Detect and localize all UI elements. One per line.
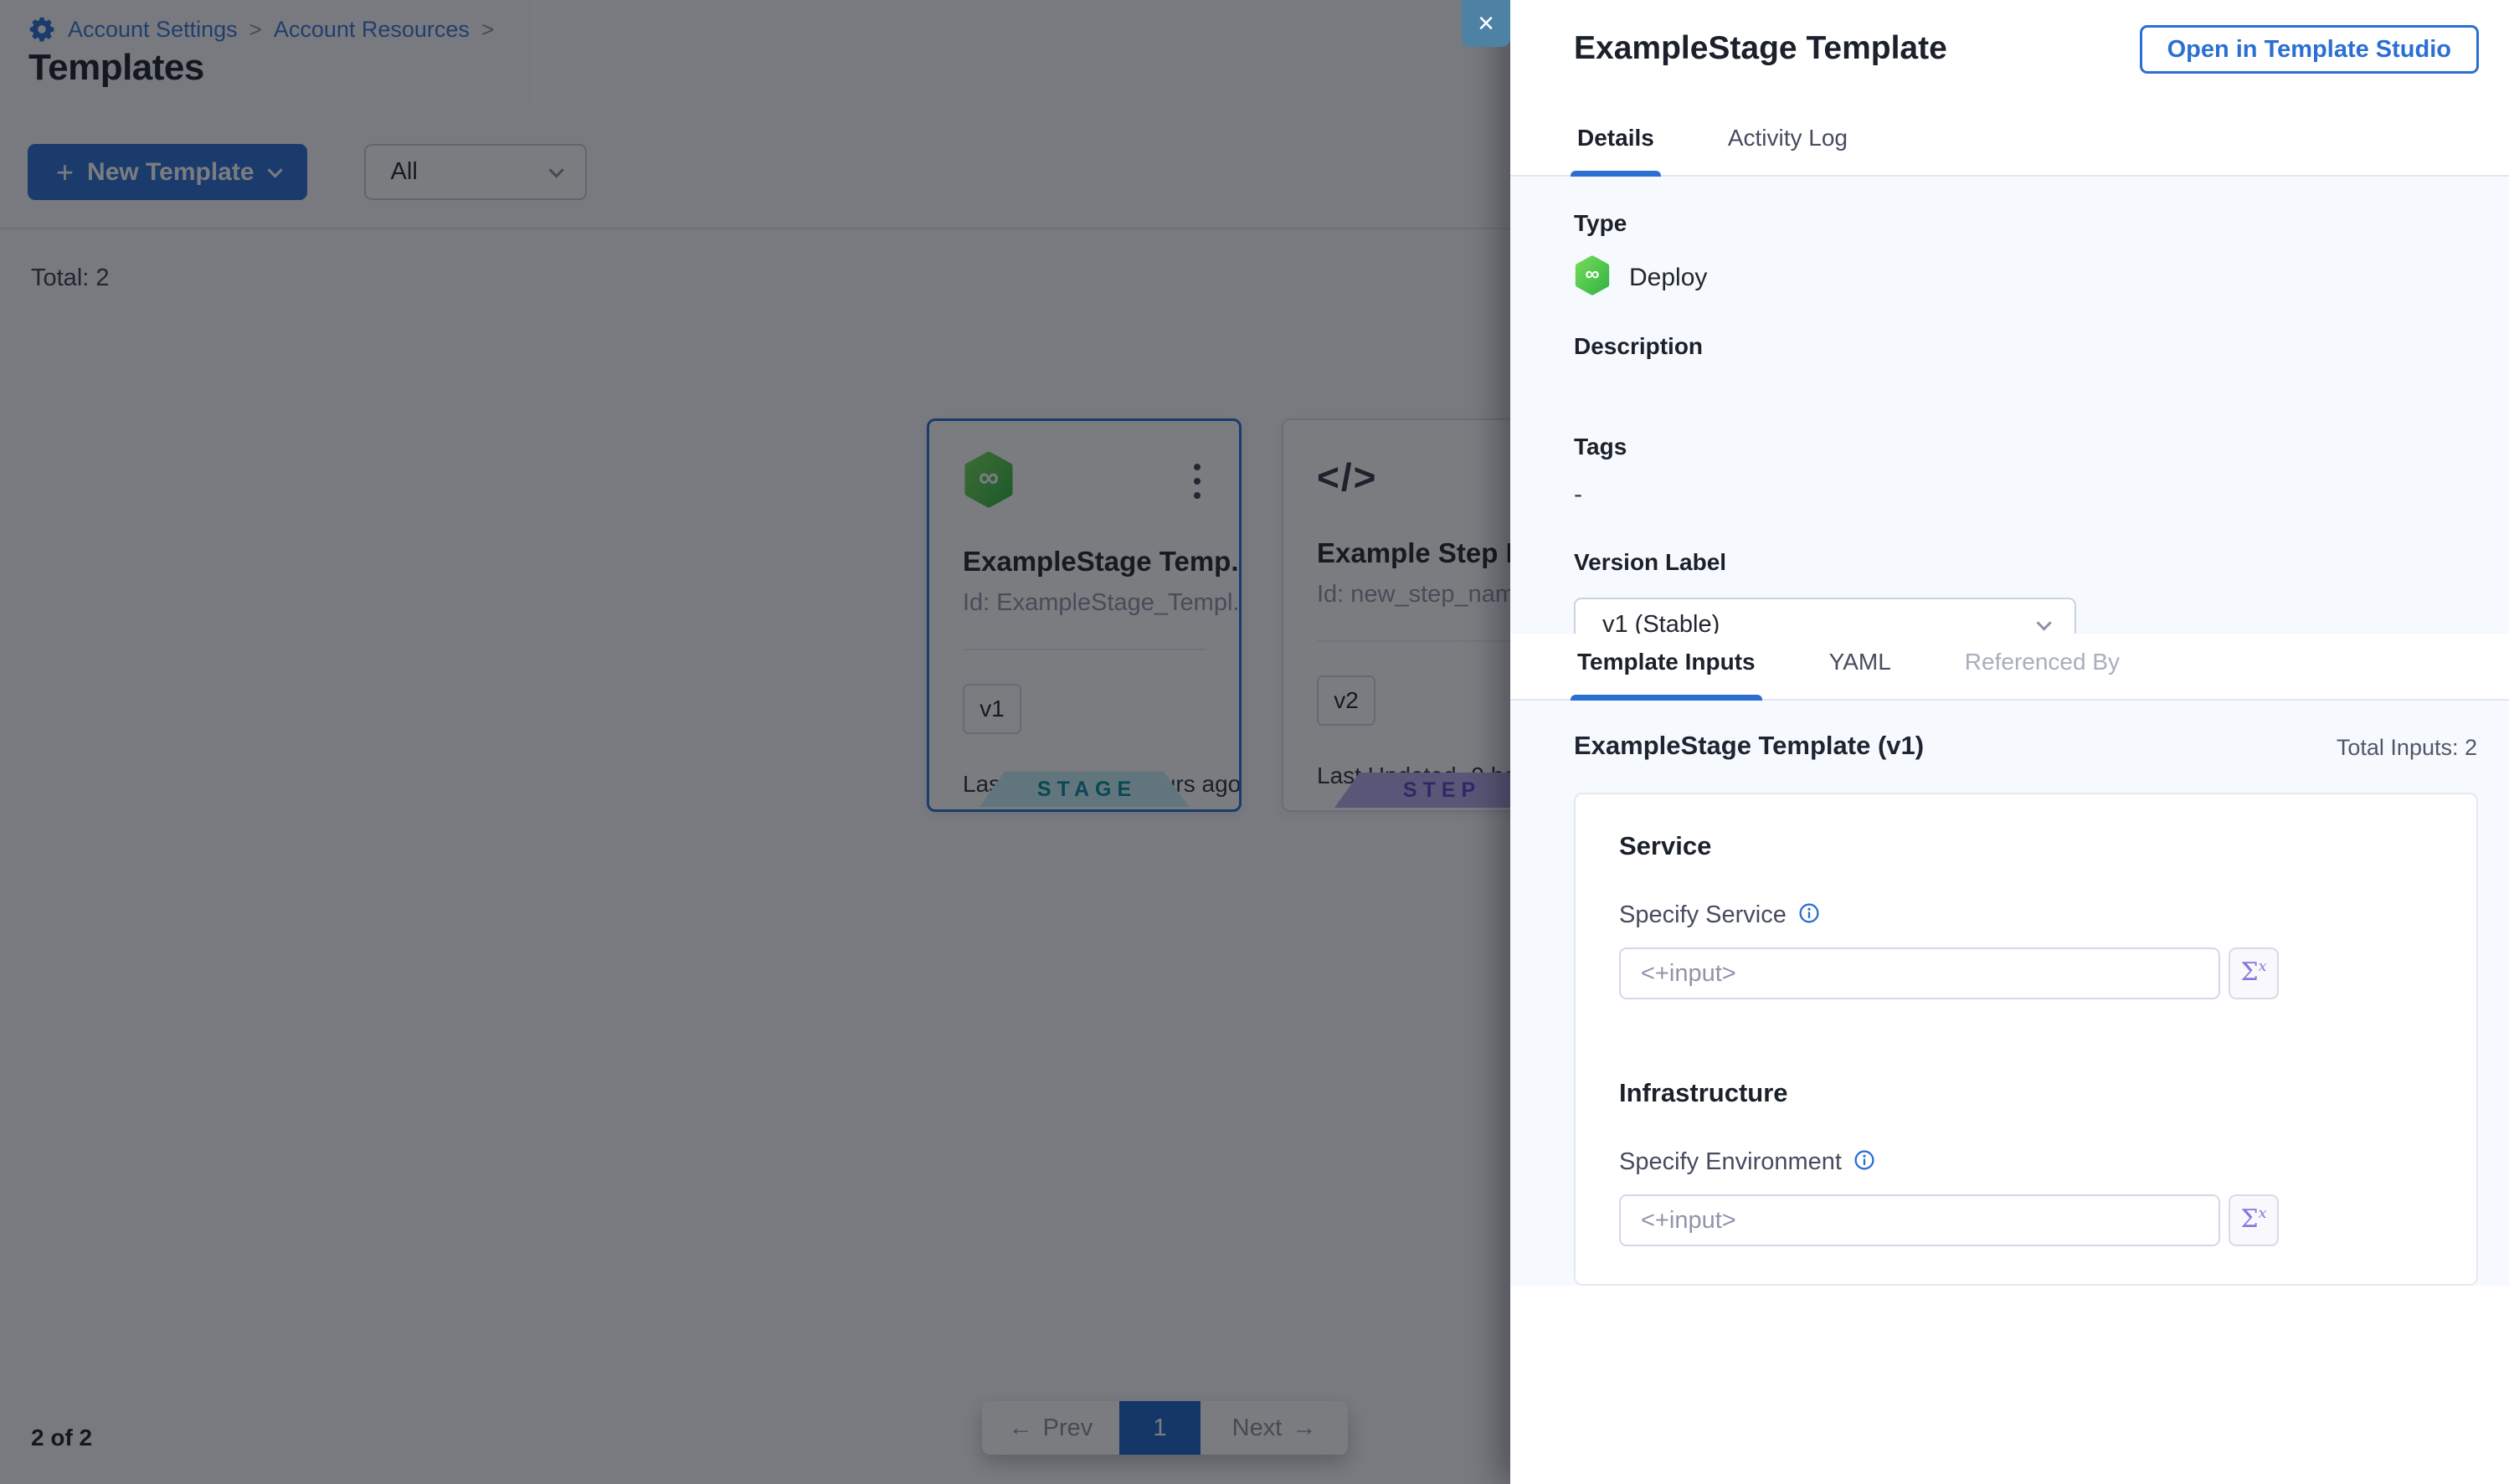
close-drawer-button[interactable]: ×	[1462, 0, 1510, 47]
tab-details[interactable]: Details	[1577, 110, 1654, 175]
drawer-tabs: Details Activity Log	[1510, 110, 2509, 177]
template-details-drawer: ExampleStage Template Open in Template S…	[1510, 0, 2509, 1484]
drawer-title: ExampleStage Template	[1574, 30, 1947, 67]
service-input-group: Σx	[1619, 947, 2433, 999]
inputs-title: ExampleStage Template (v1)	[1574, 731, 1924, 761]
open-in-template-studio-button[interactable]: Open in Template Studio	[2140, 25, 2479, 74]
inner-tabs: Template Inputs YAML Referenced By	[1510, 634, 2509, 701]
service-input[interactable]	[1619, 947, 2220, 999]
infrastructure-section-heading: Infrastructure	[1619, 1078, 2433, 1108]
inputs-header: ExampleStage Template (v1) Total Inputs:…	[1574, 731, 2477, 761]
tab-activity-log[interactable]: Activity Log	[1728, 110, 1848, 175]
type-value-row: ∞ Deploy	[1574, 255, 2442, 300]
close-icon: ×	[1478, 8, 1494, 39]
chevron-down-icon	[2036, 615, 2051, 630]
template-inputs-pane: ExampleStage Template (v1) Total Inputs:…	[1510, 701, 2509, 1286]
version-label: Version Label	[1574, 549, 2442, 576]
screen: Account Settings > Account Resources > T…	[0, 0, 2509, 1484]
description-label: Description	[1574, 333, 2442, 360]
type-label: Type	[1574, 210, 2442, 237]
environment-input-group: Σx	[1619, 1194, 2433, 1246]
tags-value: -	[1574, 480, 2442, 509]
info-icon[interactable]	[1853, 1149, 1875, 1175]
inputs-card: Service Specify Service	[1574, 793, 2478, 1286]
inputs-total: Total Inputs: 2	[2337, 735, 2477, 761]
description-value	[1574, 360, 2442, 434]
expression-toggle-button[interactable]: Σx	[2229, 947, 2279, 999]
drawer-body: Type ∞ Deploy Description Tags - Version…	[1510, 177, 2509, 1286]
sigma-icon: Σx	[2240, 1196, 2266, 1243]
tags-label: Tags	[1574, 434, 2442, 460]
tab-referenced-by[interactable]: Referenced By	[1965, 634, 2120, 699]
specify-service-label: Specify Service	[1619, 901, 1787, 929]
type-value: Deploy	[1629, 264, 1707, 292]
specify-environment-label: Specify Environment	[1619, 1148, 1842, 1176]
expression-toggle-button[interactable]: Σx	[2229, 1194, 2279, 1246]
tab-template-inputs[interactable]: Template Inputs	[1577, 634, 1756, 699]
details-pane: Type ∞ Deploy Description Tags - Version…	[1510, 177, 2509, 634]
info-icon[interactable]	[1798, 902, 1820, 928]
environment-input[interactable]	[1619, 1194, 2220, 1246]
service-section-heading: Service	[1619, 831, 2433, 861]
sigma-icon: Σx	[2240, 949, 2266, 996]
specify-service-row: Specify Service	[1619, 901, 2433, 929]
tab-yaml[interactable]: YAML	[1829, 634, 1891, 699]
specify-environment-row: Specify Environment	[1619, 1148, 2433, 1176]
drawer-header: ExampleStage Template Open in Template S…	[1510, 0, 2509, 110]
deploy-hexagon-icon: ∞	[1574, 255, 1611, 300]
svg-text:∞: ∞	[1585, 263, 1599, 285]
